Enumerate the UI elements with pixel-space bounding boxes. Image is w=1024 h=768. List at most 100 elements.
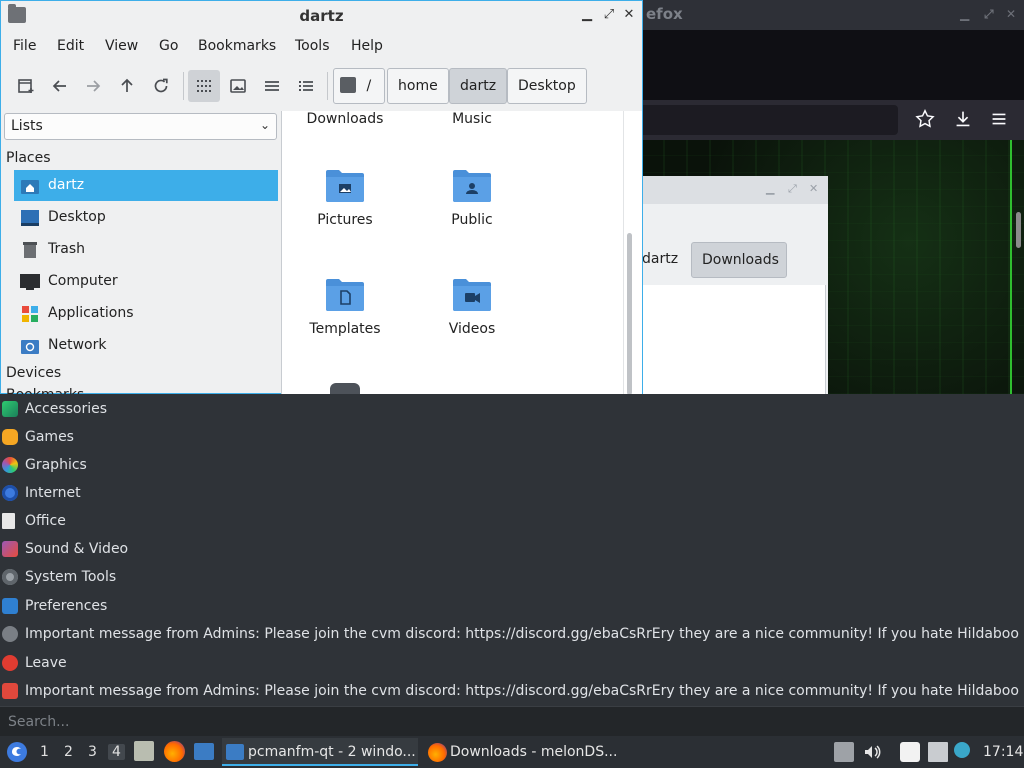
volume-icon[interactable] (862, 742, 882, 762)
side-item-computer[interactable]: Computer (14, 266, 278, 297)
menu-item-admin-message[interactable]: Important message from Admins: Please jo… (0, 620, 1024, 648)
menu-tools[interactable]: Tools (295, 38, 330, 54)
menu-item-label: Leave (25, 655, 67, 671)
pictures-folder-icon (326, 170, 364, 202)
side-item-applications[interactable]: Applications (14, 298, 278, 329)
menu-item-office[interactable]: Office (0, 507, 1024, 535)
bookmark-star-icon[interactable] (914, 108, 938, 132)
reload-icon[interactable] (145, 70, 177, 102)
new-tab-icon[interactable] (10, 70, 42, 102)
workspace-4[interactable]: 4 (108, 744, 125, 760)
workspace-2[interactable]: 2 (64, 744, 73, 760)
menu-item-graphics[interactable]: Graphics (0, 451, 1024, 479)
clock[interactable]: 17:14 (983, 744, 1023, 760)
breadcrumb-root[interactable]: / (333, 68, 385, 104)
side-item-label: Applications (48, 305, 134, 321)
folder-label: Videos (448, 321, 496, 337)
file-manager-back-titlebar[interactable]: ▁ ⤢ ✕ (640, 176, 828, 204)
menu-bookmarks[interactable]: Bookmarks (198, 38, 276, 54)
notes-tray-icon[interactable] (900, 742, 920, 762)
minimize-icon[interactable]: ▁ (579, 7, 595, 23)
breadcrumb-dartz[interactable]: dartz (449, 68, 508, 104)
hamburger-menu-icon[interactable] (988, 108, 1012, 132)
folder-view-scrollbar[interactable] (623, 111, 642, 395)
icon-view-icon[interactable] (188, 70, 220, 102)
file-manager-window: dartz ▁ ⤢ ✕ File Edit View Go Bookmarks … (0, 0, 643, 395)
maximize-icon[interactable]: ⤢ (984, 7, 994, 22)
firefox-titlebar[interactable]: efox ▁ ⤢ ✕ (640, 0, 1024, 30)
menu-file[interactable]: File (13, 38, 36, 54)
close-icon[interactable]: ✕ (621, 7, 637, 23)
minimize-icon[interactable]: ▁ (766, 182, 774, 195)
folder-item-downloads[interactable]: Downloads (282, 111, 408, 166)
chevron-down-icon: ⌄ (259, 118, 270, 132)
file-cabinet-icon[interactable] (134, 741, 154, 761)
firefox-icon (428, 743, 447, 762)
compact-view-icon[interactable] (256, 70, 288, 102)
task-label: Downloads - melonDS... (450, 744, 618, 760)
menu-edit[interactable]: Edit (57, 38, 84, 54)
menu-search-input[interactable] (8, 712, 1008, 732)
folder-item-pictures[interactable]: Pictures (282, 167, 408, 267)
menu-go[interactable]: Go (159, 38, 178, 54)
maximize-icon[interactable]: ⤢ (788, 182, 797, 196)
side-item-network[interactable]: Network (14, 330, 278, 361)
menu-item-admin-message-lock[interactable]: Important message from Admins: Please jo… (0, 677, 1024, 705)
menu-bar: File Edit View Go Bookmarks Tools Help (1, 31, 642, 61)
menu-item-sound-video[interactable]: Sound & Video (0, 535, 1024, 563)
folder-item-music[interactable]: Music (409, 111, 535, 166)
menu-item-preferences[interactable]: Preferences (0, 592, 1024, 620)
side-pane-mode-select[interactable]: Lists ⌄ (4, 113, 277, 140)
firefox-launcher-icon[interactable] (164, 741, 185, 762)
folder-label: Public (451, 212, 493, 228)
breadcrumb-home[interactable]: home (387, 68, 449, 104)
side-item-desktop[interactable]: Desktop (14, 202, 278, 233)
workspace-3[interactable]: 3 (88, 744, 97, 760)
close-icon[interactable]: ✕ (1006, 7, 1016, 21)
firefox-url-bar[interactable] (640, 105, 898, 135)
up-arrow-icon[interactable] (111, 70, 143, 102)
network-folder-icon (21, 340, 39, 354)
menu-item-leave[interactable]: Leave (0, 649, 1024, 677)
folder-item-templates[interactable]: Templates (282, 276, 408, 376)
menu-item-accessories[interactable]: Accessories (0, 395, 1024, 423)
workspace-1[interactable]: 1 (40, 744, 49, 760)
folder-label: Templates (309, 321, 381, 337)
menu-item-system-tools[interactable]: System Tools (0, 563, 1024, 591)
menu-item-games[interactable]: Games (0, 423, 1024, 451)
minimize-icon[interactable]: ▁ (960, 7, 969, 21)
task-firefox-downloads[interactable]: Downloads - melonDS... (424, 738, 624, 766)
download-icon[interactable] (952, 108, 976, 132)
menu-view[interactable]: View (105, 38, 138, 54)
show-desktop-icon[interactable] (194, 743, 214, 760)
menu-help[interactable]: Help (351, 38, 383, 54)
applications-icon (22, 306, 38, 322)
devices-header: Devices (6, 365, 62, 381)
folder-item-videos[interactable]: Videos (409, 276, 535, 376)
clipboard-tray-icon[interactable] (834, 742, 854, 762)
forward-arrow-icon[interactable] (77, 70, 109, 102)
toolbar: / home dartz Desktop (1, 61, 642, 111)
menu-item-internet[interactable]: Internet (0, 479, 1024, 507)
thumbnail-view-icon[interactable] (222, 70, 254, 102)
breadcrumb-current[interactable]: Downloads (691, 242, 787, 278)
page-green-line (1010, 140, 1012, 394)
back-arrow-icon[interactable] (44, 70, 76, 102)
firefox-scrollbar[interactable] (1016, 212, 1021, 248)
network-tray-icon[interactable] (928, 742, 948, 762)
file-manager-titlebar[interactable]: dartz ▁ ⤢ ✕ (1, 1, 642, 31)
detailed-list-icon[interactable] (290, 70, 322, 102)
path-edit-icon[interactable] (340, 76, 356, 93)
update-info-icon[interactable] (954, 742, 970, 758)
start-menu-icon[interactable] (6, 741, 28, 763)
folder-item-public[interactable]: Public (409, 167, 535, 267)
breadcrumb-desktop[interactable]: Desktop (507, 68, 587, 104)
close-icon[interactable]: ✕ (809, 182, 818, 195)
breadcrumb-partial[interactable]: dartz (640, 242, 684, 278)
side-item-trash[interactable]: Trash (14, 234, 278, 265)
firefox-navbar (640, 100, 1024, 140)
side-item-home[interactable]: dartz (14, 170, 278, 201)
maximize-icon[interactable]: ⤢ (601, 7, 617, 23)
folder-view-scrollbar-thumb[interactable] (627, 233, 632, 395)
task-pcmanfm[interactable]: pcmanfm-qt - 2 windo... (222, 738, 418, 766)
